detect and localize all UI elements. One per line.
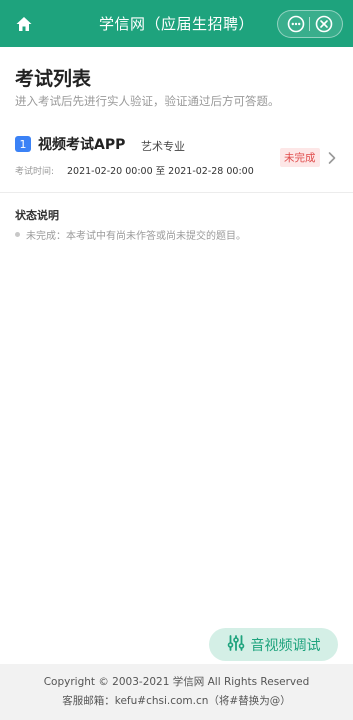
mini-program-capsule: [277, 10, 343, 38]
legend-row: 未完成：本考试中有尚未作答或尚未提交的题目。: [15, 227, 246, 242]
header-title: 学信网（应届生招聘）: [98, 15, 254, 33]
chevron-right-icon: [327, 150, 337, 169]
exam-time-value: 2021-02-20 00:00 至 2021-02-28 00:00: [67, 166, 254, 177]
exam-name: 视频考试APP: [38, 137, 126, 153]
exam-time-label: 考试时间:: [15, 167, 55, 177]
header-bar: 学信网（应届生招聘）: [0, 0, 353, 47]
page-subtitle: 进入考试后先进行实人验证，验证通过后方可答题。: [15, 94, 280, 108]
exam-major: 艺术专业: [141, 140, 185, 153]
exam-list-item[interactable]: 1 视频考试APP 艺术专业 考试时间: 2021-02-20 00:00 至 …: [0, 128, 353, 190]
more-dots-icon[interactable]: [286, 14, 306, 34]
footer: Copyright © 2003-2021 学信网 All Rights Res…: [0, 664, 353, 720]
legend-title: 状态说明: [15, 209, 59, 222]
capsule-divider: [309, 17, 311, 31]
divider: [0, 192, 353, 193]
close-circle-icon[interactable]: [314, 14, 334, 34]
footer-copyright: Copyright © 2003-2021 学信网 All Rights Res…: [43, 676, 310, 688]
av-debug-label: 音视频调试: [250, 637, 321, 654]
footer-email: 客服邮箱：kefu#chsi.com.cn（将#替换为@）: [62, 695, 291, 707]
av-debug-button[interactable]: 音视频调试: [209, 628, 338, 661]
home-icon[interactable]: [14, 14, 34, 34]
exam-index-badge: 1: [15, 136, 31, 152]
sliders-icon: [227, 634, 245, 656]
legend-dot-icon: [15, 232, 20, 237]
legend-text: 未完成：本考试中有尚未作答或尚未提交的题目。: [26, 231, 246, 242]
page-title: 考试列表: [15, 68, 92, 90]
status-badge: 未完成: [280, 148, 320, 167]
